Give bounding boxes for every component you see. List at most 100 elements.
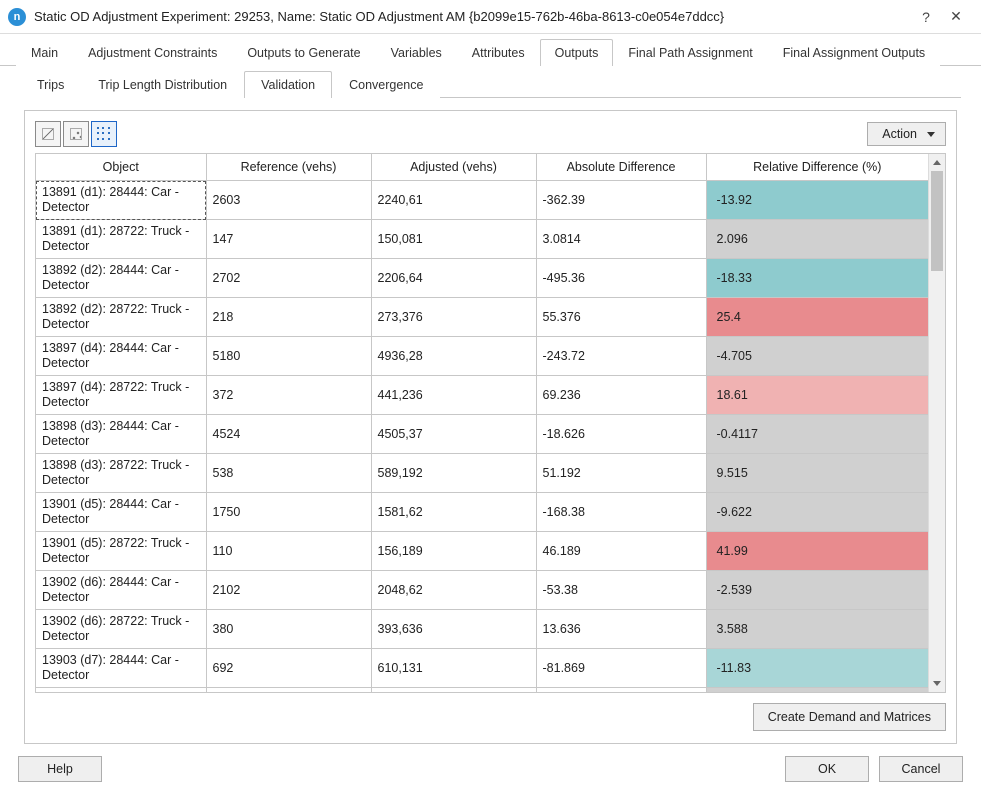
cell-object: 13903 (d7): 28444: Car - Detector (36, 649, 206, 688)
table-row[interactable]: 13903 (d7): 28722: Truck - Detector32133… (36, 688, 928, 693)
table-row[interactable]: 13901 (d5): 28444: Car - Detector1750158… (36, 493, 928, 532)
cell-absolute-diff: 69.236 (536, 376, 706, 415)
line-chart-view-button[interactable] (35, 121, 61, 147)
table-row[interactable]: 13898 (d3): 28444: Car - Detector4524450… (36, 415, 928, 454)
scroll-down-button[interactable] (929, 675, 945, 692)
tab-adjustment-constraints[interactable]: Adjustment Constraints (73, 39, 232, 66)
table-row[interactable]: 13902 (d6): 28722: Truck - Detector38039… (36, 610, 928, 649)
cell-reference: 110 (206, 532, 371, 571)
grid-icon (97, 127, 111, 141)
help-icon[interactable]: ? (911, 2, 941, 32)
help-button[interactable]: Help (18, 756, 102, 782)
table-row[interactable]: 13897 (d4): 28722: Truck - Detector37244… (36, 376, 928, 415)
table-row[interactable]: 13891 (d1): 28722: Truck - Detector14715… (36, 220, 928, 259)
column-header[interactable]: Absolute Difference (536, 154, 706, 181)
scatter-view-button[interactable] (63, 121, 89, 147)
cell-object: 13892 (d2): 28722: Truck - Detector (36, 298, 206, 337)
table-row[interactable]: 13891 (d1): 28444: Car - Detector2603224… (36, 181, 928, 220)
cell-object: 13892 (d2): 28444: Car - Detector (36, 259, 206, 298)
tab-final-assignment-outputs[interactable]: Final Assignment Outputs (768, 39, 940, 66)
subtab-trip-length-distribution[interactable]: Trip Length Distribution (81, 71, 244, 98)
panel-toolbar: Action (35, 121, 946, 147)
main-tabs: MainAdjustment ConstraintsOutputs to Gen… (0, 34, 981, 66)
table-row[interactable]: 13903 (d7): 28444: Car - Detector692610,… (36, 649, 928, 688)
table-row[interactable]: 13898 (d3): 28722: Truck - Detector53858… (36, 454, 928, 493)
vertical-scrollbar[interactable] (928, 154, 945, 692)
cell-relative-diff: -18.33 (706, 259, 928, 298)
cell-object: 13891 (d1): 28722: Truck - Detector (36, 220, 206, 259)
cell-absolute-diff: 51.192 (536, 454, 706, 493)
cell-absolute-diff: -81.869 (536, 649, 706, 688)
line-chart-icon (42, 128, 54, 140)
cell-reference: 380 (206, 610, 371, 649)
cell-absolute-diff: -495.36 (536, 259, 706, 298)
cell-relative-diff: 25.4 (706, 298, 928, 337)
table-row[interactable]: 13901 (d5): 28722: Truck - Detector11015… (36, 532, 928, 571)
cell-object: 13901 (d5): 28444: Car - Detector (36, 493, 206, 532)
tab-variables[interactable]: Variables (376, 39, 457, 66)
cell-adjusted: 1581,62 (371, 493, 536, 532)
cell-relative-diff: 9.515 (706, 454, 928, 493)
cell-absolute-diff: 46.189 (536, 532, 706, 571)
table-row[interactable]: 13892 (d2): 28444: Car - Detector2702220… (36, 259, 928, 298)
cell-absolute-diff: -53.38 (536, 571, 706, 610)
cell-reference: 1750 (206, 493, 371, 532)
table-row[interactable]: 13902 (d6): 28444: Car - Detector2102204… (36, 571, 928, 610)
tab-outputs[interactable]: Outputs (540, 39, 614, 66)
create-demand-button[interactable]: Create Demand and Matrices (753, 703, 946, 731)
cell-absolute-diff: -243.72 (536, 337, 706, 376)
scroll-thumb[interactable] (931, 171, 943, 271)
cell-reference: 692 (206, 649, 371, 688)
column-header[interactable]: Adjusted (vehs) (371, 154, 536, 181)
tab-attributes[interactable]: Attributes (457, 39, 540, 66)
column-header[interactable]: Reference (vehs) (206, 154, 371, 181)
tab-outputs-to-generate[interactable]: Outputs to Generate (232, 39, 375, 66)
cell-object: 13898 (d3): 28722: Truck - Detector (36, 454, 206, 493)
cell-adjusted: 336,774 (371, 688, 536, 693)
action-dropdown[interactable]: Action (867, 122, 946, 146)
cell-relative-diff: 3.588 (706, 610, 928, 649)
subtab-validation[interactable]: Validation (244, 71, 332, 98)
window-title: Static OD Adjustment Experiment: 29253, … (34, 9, 911, 24)
scroll-up-button[interactable] (929, 154, 945, 171)
cell-relative-diff: -0.4117 (706, 415, 928, 454)
validation-table: ObjectReference (vehs)Adjusted (vehs)Abs… (36, 154, 928, 692)
column-header[interactable]: Object (36, 154, 206, 181)
cell-object: 13897 (d4): 28444: Car - Detector (36, 337, 206, 376)
cell-relative-diff: 41.99 (706, 532, 928, 571)
cell-absolute-diff: -362.39 (536, 181, 706, 220)
cell-object: 13902 (d6): 28444: Car - Detector (36, 571, 206, 610)
cell-object: 13898 (d3): 28444: Car - Detector (36, 415, 206, 454)
subtab-convergence[interactable]: Convergence (332, 71, 440, 98)
table-row[interactable]: 13897 (d4): 28444: Car - Detector5180493… (36, 337, 928, 376)
cell-adjusted: 4505,37 (371, 415, 536, 454)
tab-final-path-assignment[interactable]: Final Path Assignment (613, 39, 767, 66)
column-header[interactable]: Relative Difference (%) (706, 154, 928, 181)
subtab-trips[interactable]: Trips (20, 71, 81, 98)
cell-adjusted: 2206,64 (371, 259, 536, 298)
app-icon: n (8, 8, 26, 26)
table-row[interactable]: 13892 (d2): 28722: Truck - Detector21827… (36, 298, 928, 337)
cell-relative-diff: 18.61 (706, 376, 928, 415)
cell-absolute-diff: 55.376 (536, 298, 706, 337)
cell-adjusted: 610,131 (371, 649, 536, 688)
scroll-track[interactable] (929, 171, 945, 675)
ok-button[interactable]: OK (785, 756, 869, 782)
cancel-button[interactable]: Cancel (879, 756, 963, 782)
tab-main[interactable]: Main (16, 39, 73, 66)
cell-object: 13902 (d6): 28722: Truck - Detector (36, 610, 206, 649)
cell-relative-diff: 4.914 (706, 688, 928, 693)
sub-tabs: TripsTrip Length DistributionValidationC… (20, 70, 961, 98)
cell-adjusted: 2240,61 (371, 181, 536, 220)
cell-adjusted: 2048,62 (371, 571, 536, 610)
cell-object: 13901 (d5): 28722: Truck - Detector (36, 532, 206, 571)
cell-relative-diff: -2.539 (706, 571, 928, 610)
cell-relative-diff: -11.83 (706, 649, 928, 688)
action-label: Action (882, 127, 917, 141)
dialog-footer: Help OK Cancel (0, 744, 981, 798)
cell-absolute-diff: 13.636 (536, 610, 706, 649)
close-icon[interactable]: ✕ (941, 2, 971, 32)
cell-object: 13903 (d7): 28722: Truck - Detector (36, 688, 206, 693)
table-view-button[interactable] (91, 121, 117, 147)
cell-reference: 4524 (206, 415, 371, 454)
